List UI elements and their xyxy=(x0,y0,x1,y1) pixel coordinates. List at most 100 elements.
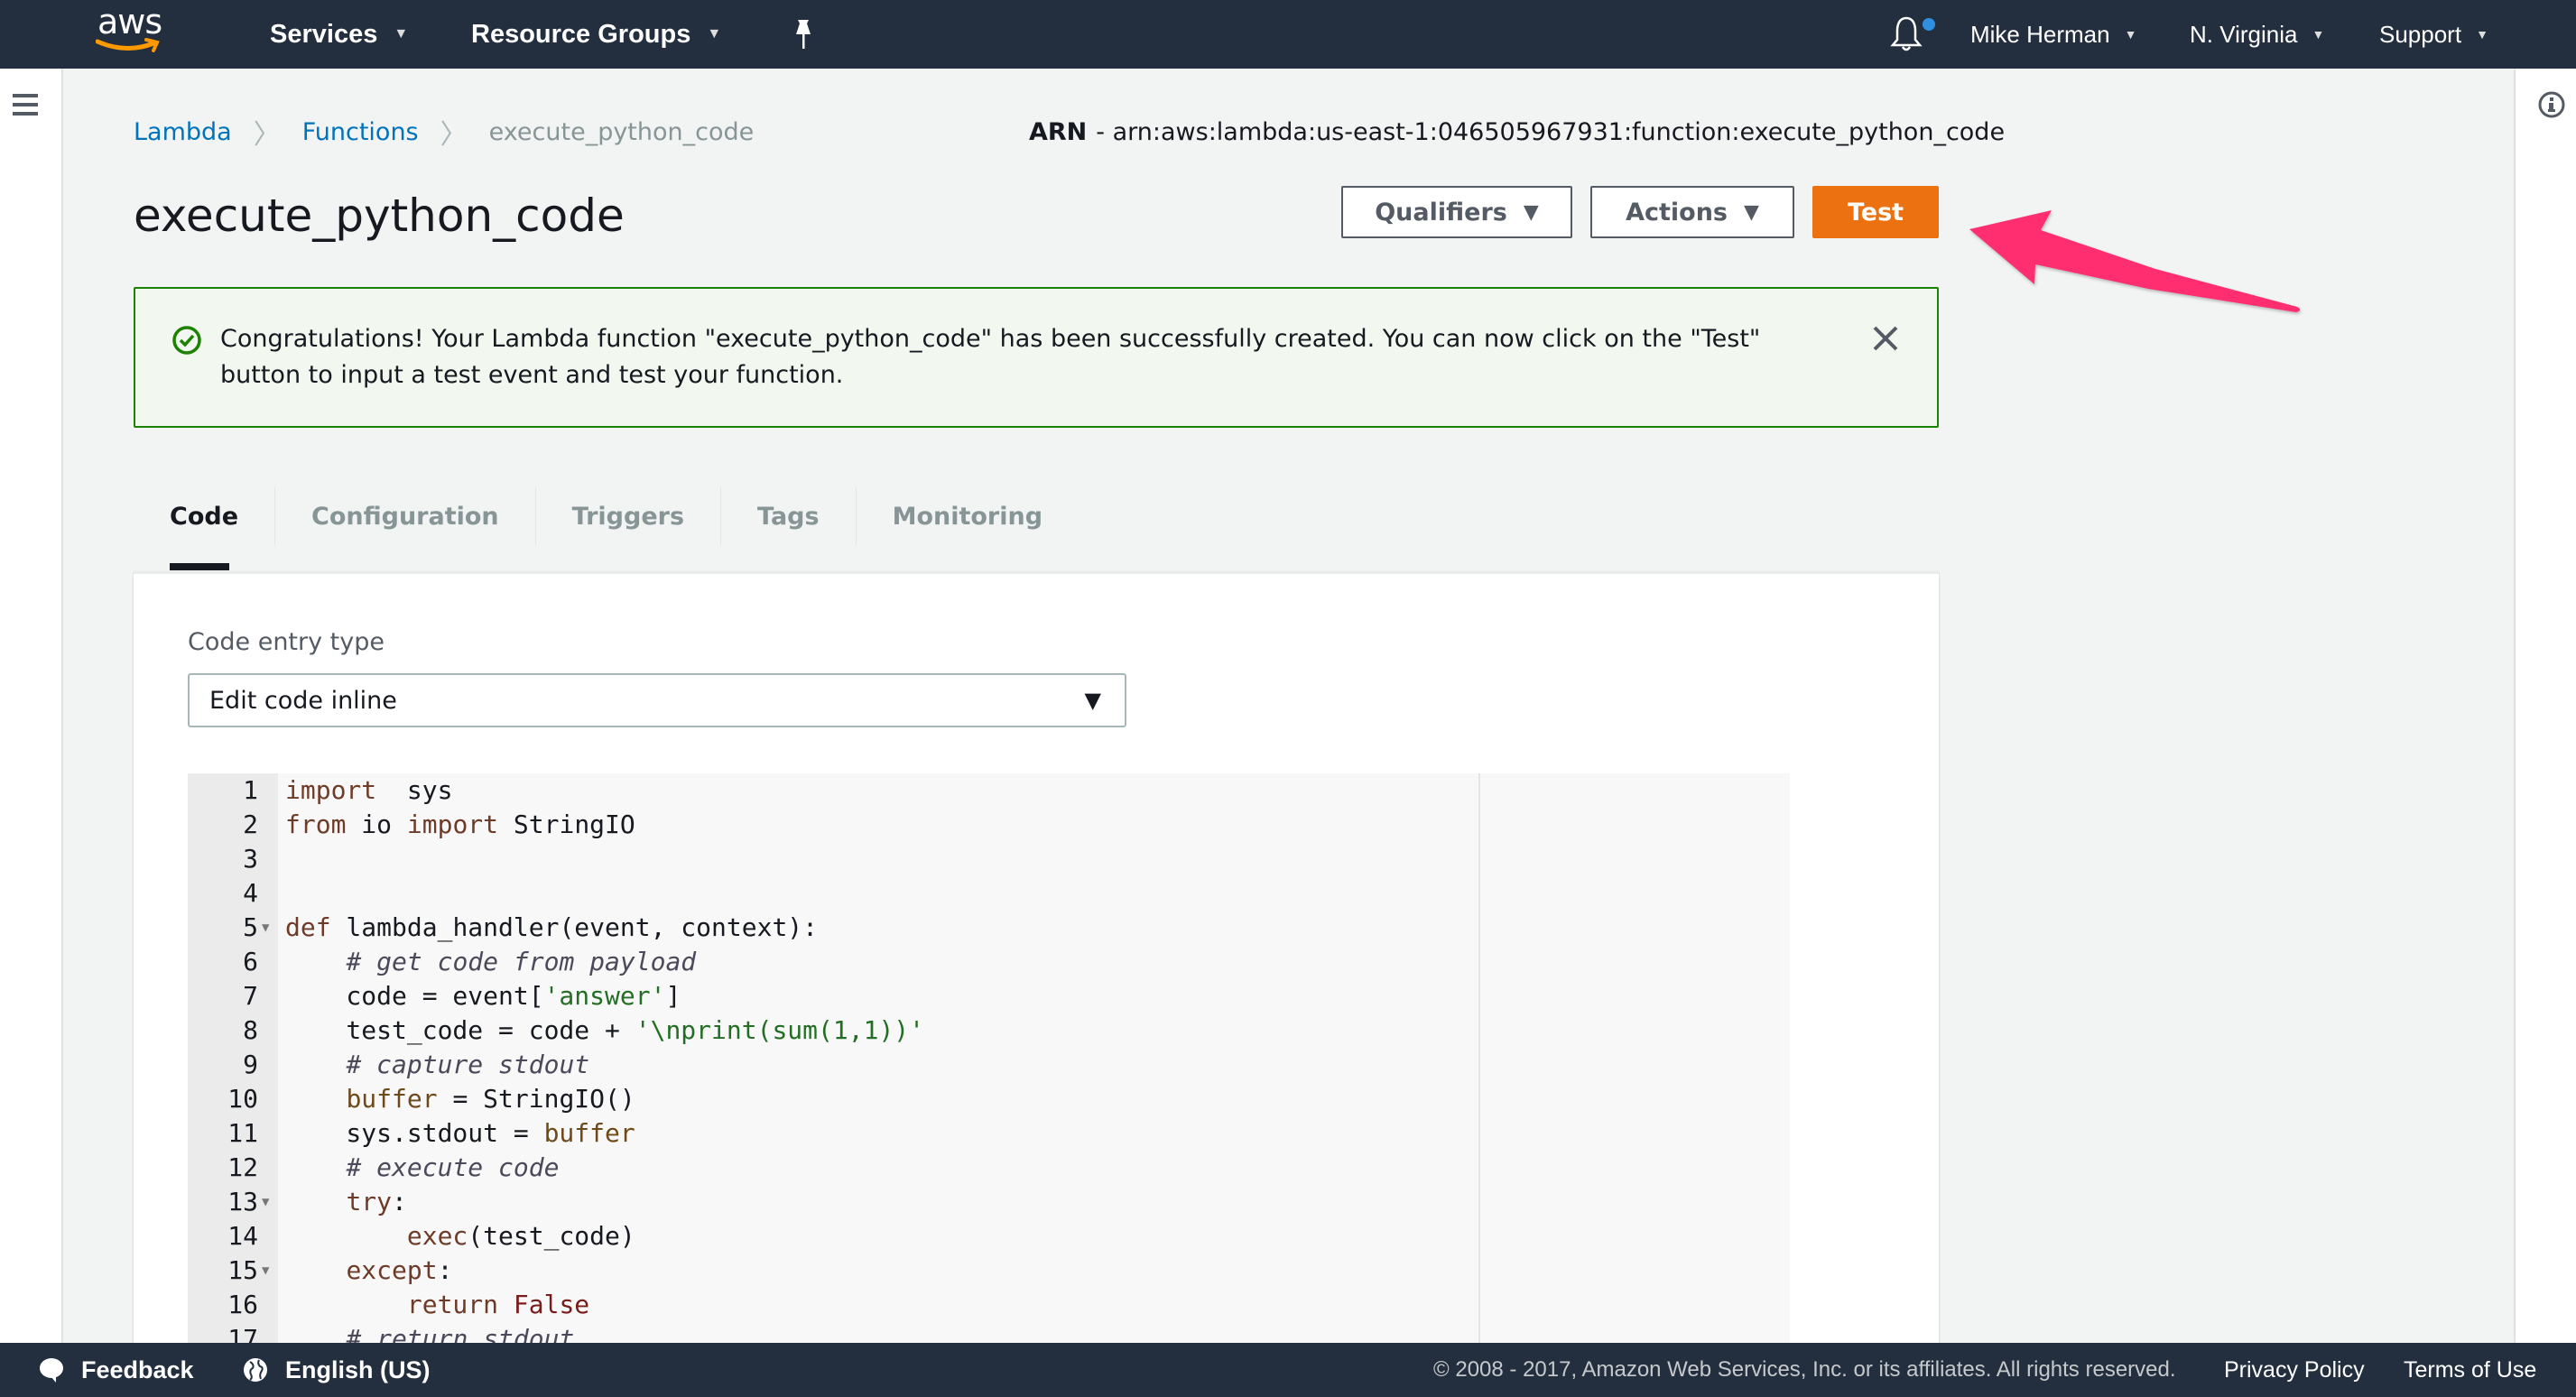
banner-message: Congratulations! Your Lambda function "e… xyxy=(220,321,1845,393)
line-number: 11 xyxy=(227,1118,258,1148)
tab-configuration[interactable]: Configuration xyxy=(274,487,535,545)
left-navigation-rail xyxy=(0,69,61,1343)
page-title: execute_python_code xyxy=(134,190,625,242)
close-icon[interactable] xyxy=(1870,323,1901,354)
test-label: Test xyxy=(1847,198,1904,227)
code-text: except: xyxy=(346,1255,453,1285)
qualifiers-button[interactable]: Qualifiers ▼ xyxy=(1341,186,1572,238)
line-number: 1 xyxy=(243,775,258,805)
line-number: 14 xyxy=(227,1221,258,1251)
fold-toggle-icon[interactable]: ▼ xyxy=(262,911,269,945)
resource-groups-menu[interactable]: Resource Groups ▼ xyxy=(471,0,721,69)
code-line: 14 exec(test_code) xyxy=(188,1219,1790,1254)
chevron-down-icon: ▼ xyxy=(394,26,409,42)
chevron-right-icon: 〉 xyxy=(253,119,281,151)
chevron-down-icon: ▼ xyxy=(707,26,722,42)
code-text: buffer = StringIO() xyxy=(346,1084,635,1114)
arn-value: arn:aws:lambda:us-east-1:046505967931:fu… xyxy=(1112,117,2006,146)
annotation-arrow-icon xyxy=(1969,210,2301,312)
code-line: 13 ▼ try: xyxy=(188,1185,1790,1219)
caret-down-icon: ▼ xyxy=(1523,200,1539,224)
aws-logo-text: aws xyxy=(97,2,162,42)
code-line: 11 sys.stdout = buffer xyxy=(188,1116,1790,1151)
aws-logo[interactable]: aws xyxy=(94,2,171,60)
line-number: 5 xyxy=(243,912,258,942)
chevron-right-icon: 〉 xyxy=(440,119,468,151)
breadcrumb-lambda[interactable]: Lambda xyxy=(134,118,232,146)
code-line: 1 import sys xyxy=(188,773,1790,808)
copyright-text: © 2008 - 2017, Amazon Web Services, Inc.… xyxy=(1433,1357,2176,1382)
code-text: exec(test_code) xyxy=(406,1221,635,1251)
line-number: 10 xyxy=(227,1084,258,1114)
qualifiers-label: Qualifiers xyxy=(1375,198,1507,227)
top-navigation-bar: aws Services ▼ Resource Groups ▼ Mike He… xyxy=(0,0,2576,69)
language-selector[interactable]: English (US) xyxy=(242,1343,431,1397)
success-banner: Congratulations! Your Lambda function "e… xyxy=(134,287,1939,428)
aws-smile-icon xyxy=(96,38,160,52)
code-line: 7 code = event['answer'] xyxy=(188,979,1790,1013)
tab-code[interactable]: Code xyxy=(134,487,274,545)
pin-icon[interactable] xyxy=(789,18,818,51)
chevron-down-icon: ▼ xyxy=(2312,27,2325,42)
menu-hamburger-icon[interactable] xyxy=(13,94,38,116)
code-text: import sys xyxy=(285,775,453,805)
line-number: 4 xyxy=(243,878,258,908)
chevron-down-icon: ▼ xyxy=(2124,27,2137,42)
code-text: code = event['answer'] xyxy=(285,981,681,1011)
code-line: 10 buffer = StringIO() xyxy=(188,1082,1790,1116)
footer: Feedback English (US) © 2008 - 2017, Ama… xyxy=(0,1343,2576,1397)
globe-icon xyxy=(244,1358,267,1382)
user-menu[interactable]: Mike Herman ▼ xyxy=(1970,0,2136,69)
help-panel-rail xyxy=(2516,69,2576,1343)
tab-triggers[interactable]: Triggers xyxy=(534,487,720,545)
language-label: English (US) xyxy=(285,1355,431,1383)
code-entry-type-select[interactable]: Edit code inline ▼ xyxy=(188,673,1126,727)
actions-label: Actions xyxy=(1626,198,1728,227)
code-text: test_code = code + '\nprint(sum(1,1))' xyxy=(285,1015,925,1045)
code-text: sys.stdout = buffer xyxy=(285,1118,635,1148)
code-panel: Code entry type Edit code inline ▼ 1 impo… xyxy=(134,571,1939,1351)
breadcrumb-functions[interactable]: Functions xyxy=(302,118,419,146)
code-line: 5 ▼ def lambda_handler(event, context): xyxy=(188,911,1790,945)
line-number: 7 xyxy=(243,981,258,1011)
privacy-policy-link[interactable]: Privacy Policy xyxy=(2224,1343,2365,1397)
fold-toggle-icon[interactable]: ▼ xyxy=(262,1254,269,1288)
arn-label: ARN xyxy=(1029,117,1088,146)
chevron-down-icon: ▼ xyxy=(2476,27,2488,42)
resource-groups-label: Resource Groups xyxy=(471,19,691,49)
line-number: 3 xyxy=(243,844,258,874)
code-line: 4 xyxy=(188,876,1790,911)
feedback-link[interactable]: Feedback xyxy=(38,1343,194,1397)
code-text: def lambda_handler(event, context): xyxy=(285,912,819,942)
code-entry-type-label: Code entry type xyxy=(188,628,385,656)
speech-bubble-icon xyxy=(40,1358,63,1383)
services-menu[interactable]: Services ▼ xyxy=(270,0,408,69)
tab-monitoring[interactable]: Monitoring xyxy=(855,487,1079,545)
info-icon[interactable] xyxy=(2537,90,2566,119)
feedback-label: Feedback xyxy=(81,1355,194,1383)
support-label: Support xyxy=(2379,20,2462,48)
code-text: from io import StringIO xyxy=(285,810,635,839)
line-number: 16 xyxy=(227,1290,258,1319)
code-text: # capture stdout xyxy=(346,1050,590,1079)
region-menu[interactable]: N. Virginia ▼ xyxy=(2190,0,2324,69)
test-button[interactable]: Test xyxy=(1812,186,1939,238)
breadcrumb: Lambda 〉 Functions 〉 execute_python_code xyxy=(134,114,754,152)
region-label: N. Virginia xyxy=(2190,20,2298,48)
code-line: 15 ▼ except: xyxy=(188,1254,1790,1288)
fold-toggle-icon[interactable]: ▼ xyxy=(262,1185,269,1219)
line-number: 13 xyxy=(227,1187,258,1217)
code-text: try: xyxy=(346,1187,407,1217)
support-menu[interactable]: Support ▼ xyxy=(2379,0,2488,69)
terms-of-use-link[interactable]: Terms of Use xyxy=(2404,1343,2536,1397)
code-line: 16 return False xyxy=(188,1288,1790,1322)
code-editor[interactable]: 1 import sys 2 from io import StringIO 3 4 5 ▼ d… xyxy=(188,773,1790,1351)
code-entry-type-value: Edit code inline xyxy=(209,686,397,715)
actions-button[interactable]: Actions ▼ xyxy=(1590,186,1794,238)
tab-tags[interactable]: Tags xyxy=(720,487,856,545)
tab-label: Tags xyxy=(757,502,820,531)
notifications-bell-icon[interactable] xyxy=(1888,14,1924,54)
success-check-icon xyxy=(172,326,201,355)
code-text: # get code from payload xyxy=(346,947,697,976)
services-label: Services xyxy=(270,19,378,49)
